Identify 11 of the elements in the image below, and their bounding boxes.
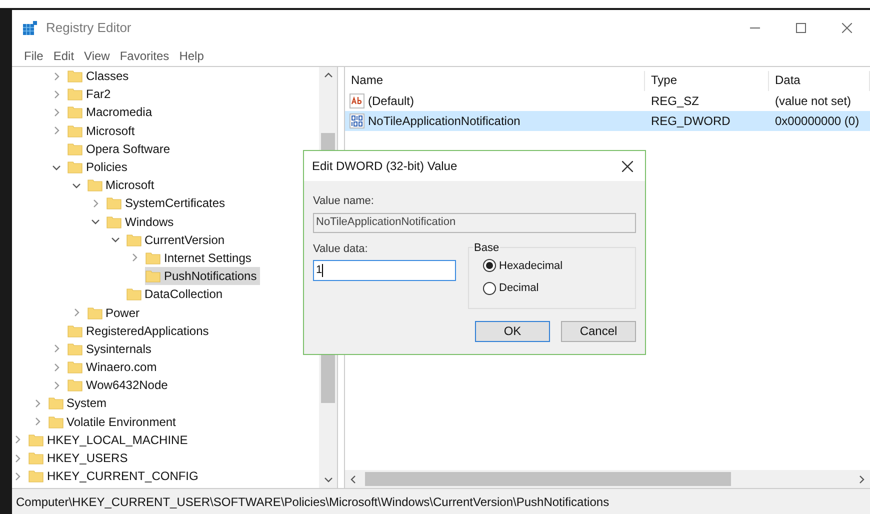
value-data: 0x00000000 (0) (775, 114, 860, 128)
field-label: Value data: (313, 242, 369, 256)
value-type: REG_SZ (651, 94, 700, 108)
value-name: NoTileApplicationNotification (368, 113, 520, 130)
value-type: REG_DWORD (651, 114, 730, 128)
value-data: (value not set) (775, 94, 852, 108)
field-label: Value name: (313, 194, 375, 209)
window-title: Registry Editor (46, 19, 132, 38)
value-name: (Default) (368, 93, 414, 110)
dialog-title: Edit DWORD (32-bit) Value (312, 158, 458, 175)
status-bar: Computer\HKEY_CURRENT_USER\SOFTWARE\Policies\Microsoft\Windows\CurrentVersion\PushNotifications (12, 488, 870, 514)
